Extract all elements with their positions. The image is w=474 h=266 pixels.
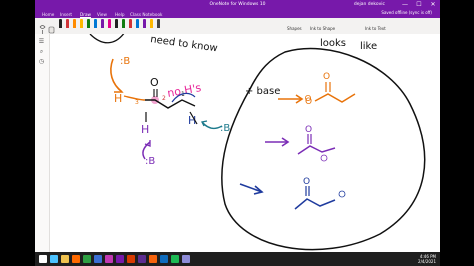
taskbar-app-icon[interactable]: [182, 255, 190, 263]
ink-base-label-purple: :B: [145, 156, 155, 167]
ink-h-purple: H: [141, 123, 149, 136]
taskbar-app-icon[interactable]: [83, 255, 91, 263]
tab-view[interactable]: View: [97, 12, 107, 17]
pen-icon[interactable]: [108, 19, 111, 28]
ink-o-orange: O: [323, 72, 330, 82]
tab-home[interactable]: Home: [42, 12, 54, 17]
taskbar-app-icon[interactable]: [105, 255, 113, 263]
ink-stroke-orange-chain: [314, 93, 356, 103]
ink-base-label-orange: :B: [120, 56, 130, 67]
ink-carbonyl-double-bond: [153, 89, 158, 97]
taskbar-app-icon[interactable]: [171, 255, 179, 263]
ink-num-3: 3: [135, 99, 139, 106]
pen-icon[interactable]: [115, 19, 118, 28]
onenote-window: OneNote for Windows 10 dejan dekovic — ☐…: [35, 0, 440, 266]
pen-icon[interactable]: [87, 19, 90, 28]
tab-insert[interactable]: Insert: [60, 12, 72, 17]
left-pane: ☰ ⌕ ◷: [35, 34, 50, 266]
eraser-icon[interactable]: [48, 20, 55, 34]
title-bar: OneNote for Windows 10 dejan dekovic — ☐…: [35, 0, 440, 11]
ink-stroke-purple-double-bond: [307, 134, 312, 144]
pen-icon[interactable]: [143, 19, 146, 28]
ink-to-shape-label[interactable]: Ink to Shape: [310, 26, 335, 31]
taskbar-app-icon[interactable]: [138, 255, 146, 263]
ink-stroke-teal-arrow: [201, 121, 223, 130]
windows-taskbar: 4:46 PM 2/4/2021: [35, 252, 440, 266]
pen-icon[interactable]: [150, 19, 153, 28]
ink-enolate-o-orange: O: [305, 97, 312, 107]
sync-status-text: Saved offline (sync is off): [381, 10, 432, 15]
taskbar-app-icon[interactable]: [61, 255, 69, 263]
pen-icon[interactable]: [136, 19, 139, 28]
taskbar-app-icon[interactable]: [160, 255, 168, 263]
clock-date: 2/4/2021: [418, 259, 436, 264]
taskbar-app-icon[interactable]: [116, 255, 124, 263]
shapes-label[interactable]: Shapes: [287, 26, 302, 31]
taskbar-app-icon[interactable]: [149, 255, 157, 263]
ink-stroke-blue-arrow-2: [239, 183, 263, 193]
lasso-select-icon[interactable]: [39, 20, 46, 34]
search-icon[interactable]: ⌕: [38, 48, 45, 55]
ink-text-looks: looks: [320, 38, 346, 49]
ink-num-2: 2: [162, 95, 166, 102]
draw-ribbon: Shapes Ink to Shape Ink to Text: [35, 18, 440, 35]
pen-icon[interactable]: [66, 19, 69, 28]
pen-icon[interactable]: [80, 19, 83, 28]
maximize-button[interactable]: ☐: [412, 1, 426, 8]
menu-bar: Home Insert Draw View Help Class Noteboo…: [35, 11, 440, 18]
ink-stroke-top-curve: [89, 31, 126, 44]
pen-icon[interactable]: [122, 19, 125, 28]
taskbar-app-icon[interactable]: [94, 255, 102, 263]
note-canvas[interactable]: need to know looks like :B H 3 O 2 1 no …: [50, 31, 440, 252]
ink-stroke-blue-double-bond: [305, 186, 310, 196]
tab-help[interactable]: Help: [115, 12, 125, 17]
ink-h-orange: H: [114, 92, 122, 105]
ink-negative-charge-blue: [338, 190, 346, 198]
pen-icon[interactable]: [157, 19, 160, 28]
close-button[interactable]: ✕: [426, 1, 440, 8]
pen-icon[interactable]: [73, 19, 76, 28]
minimize-button[interactable]: —: [398, 1, 412, 8]
ink-to-text-label[interactable]: Ink to Text: [365, 26, 386, 31]
ink-o-blue: O: [303, 177, 310, 187]
ink-stroke-orange-double-bond: [325, 82, 331, 92]
ink-no-h-label: no H's: [166, 81, 202, 100]
system-clock[interactable]: 4:46 PM 2/4/2021: [418, 254, 436, 264]
ink-negative-charge-purple: [320, 154, 328, 162]
ink-stroke-blue-chain: [294, 198, 336, 210]
pen-icon[interactable]: [59, 19, 62, 28]
ink-base-label-teal: :B: [220, 123, 230, 134]
navigation-icon[interactable]: ☰: [38, 38, 45, 45]
taskbar-app-icon[interactable]: [127, 255, 135, 263]
ink-text-need-to-know: need to know: [150, 34, 219, 54]
pen-icon[interactable]: [94, 19, 97, 28]
ink-plus-base: + base: [245, 86, 280, 97]
ink-drawing: need to know looks like :B H 3 O 2 1 no …: [89, 31, 426, 251]
start-icon[interactable]: [39, 255, 47, 263]
tab-class-notebook[interactable]: Class Notebook: [130, 12, 162, 17]
ink-o-purple: O: [305, 125, 312, 135]
recent-notes-icon[interactable]: ◷: [38, 58, 45, 65]
ink-text-like: like: [360, 41, 377, 52]
user-name[interactable]: dejan dekovic: [354, 2, 385, 7]
sync-status: Saved offline (sync is off): [381, 11, 432, 15]
ink-stroke-purple-chain: [297, 145, 336, 155]
pen-icon[interactable]: [101, 19, 104, 28]
ink-o-label: O: [150, 76, 159, 89]
pen-icon[interactable]: [129, 19, 132, 28]
taskbar-app-icon[interactable]: [50, 255, 58, 263]
taskbar-app-icon[interactable]: [72, 255, 80, 263]
